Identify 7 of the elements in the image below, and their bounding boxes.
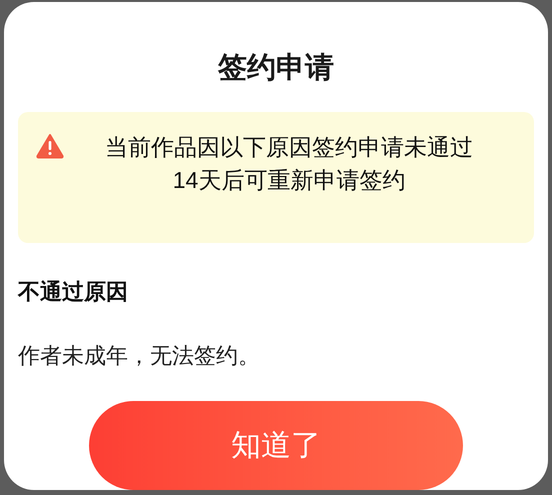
dialog-title: 签约申请 <box>218 51 334 86</box>
notice-text: 当前作品因以下原因签约申请未通过 <box>104 133 474 162</box>
acknowledge-button[interactable]: 知道了 <box>89 400 463 490</box>
warning-icon <box>36 133 64 159</box>
reason-heading: 不通过原因 <box>18 278 129 306</box>
notice-text: 14天后可重新申请签约 <box>172 166 406 195</box>
reason-text: 作者未成年，无法签约。 <box>18 342 261 370</box>
